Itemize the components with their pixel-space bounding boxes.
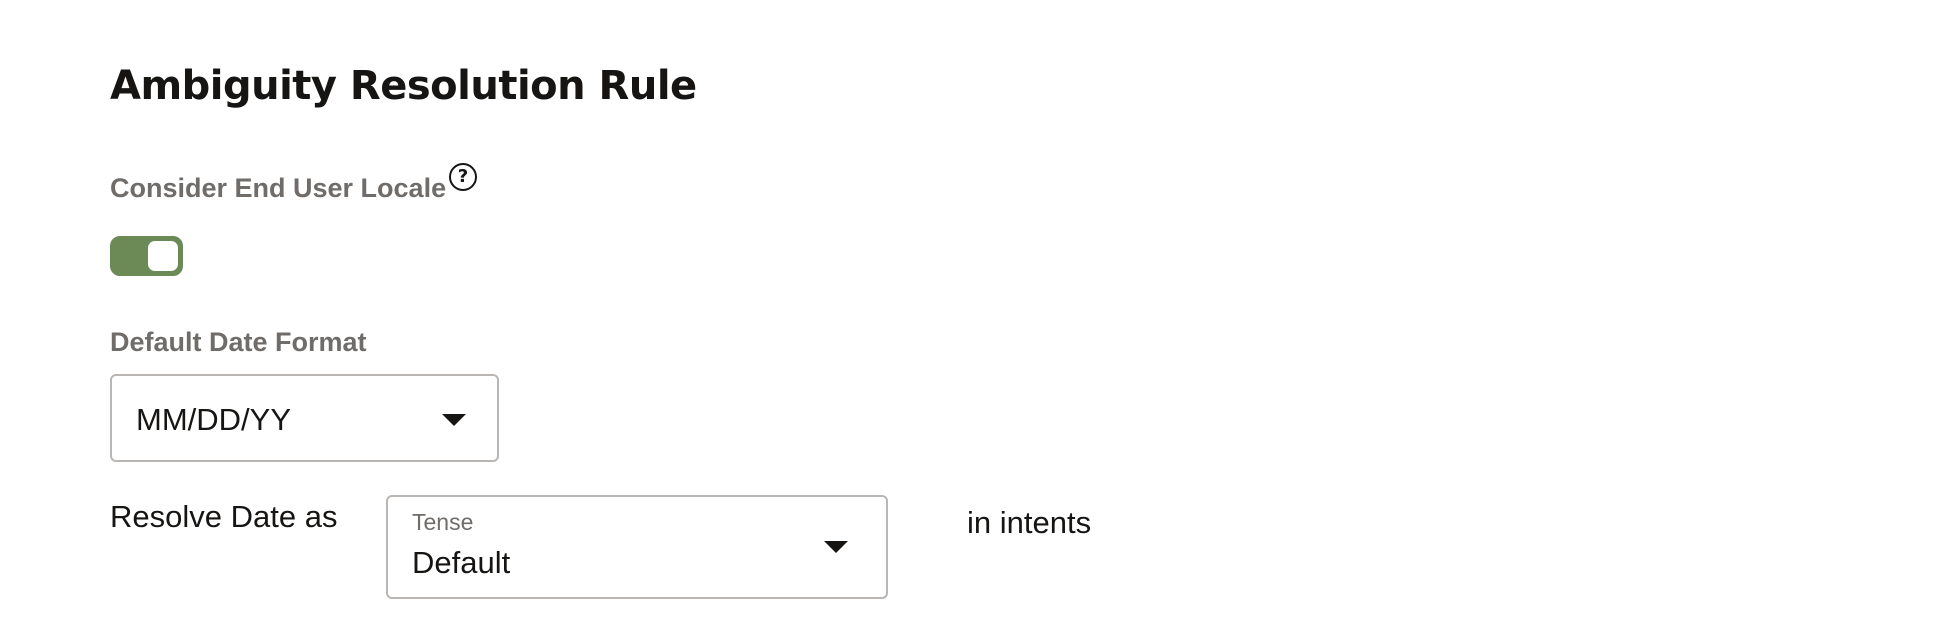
tense-value: Default	[412, 545, 511, 580]
tense-label: Tense	[412, 509, 474, 535]
caret-down-icon	[442, 414, 466, 426]
tense-select[interactable]: Tense Default	[386, 495, 888, 599]
section-title: Ambiguity Resolution Rule	[110, 63, 697, 109]
consider-locale-label: Consider End User Locale	[110, 173, 447, 203]
consider-locale-toggle[interactable]	[110, 236, 183, 276]
help-icon[interactable]: ?	[449, 163, 477, 191]
date-format-value: MM/DD/YY	[136, 402, 291, 437]
default-date-format-label: Default Date Format	[110, 327, 367, 357]
in-intents-label: in intents	[967, 505, 1092, 540]
caret-down-icon	[824, 541, 848, 553]
date-format-select[interactable]: MM/DD/YY	[110, 374, 499, 462]
resolve-date-as-label: Resolve Date as	[110, 499, 338, 534]
toggle-knob	[148, 241, 178, 271]
